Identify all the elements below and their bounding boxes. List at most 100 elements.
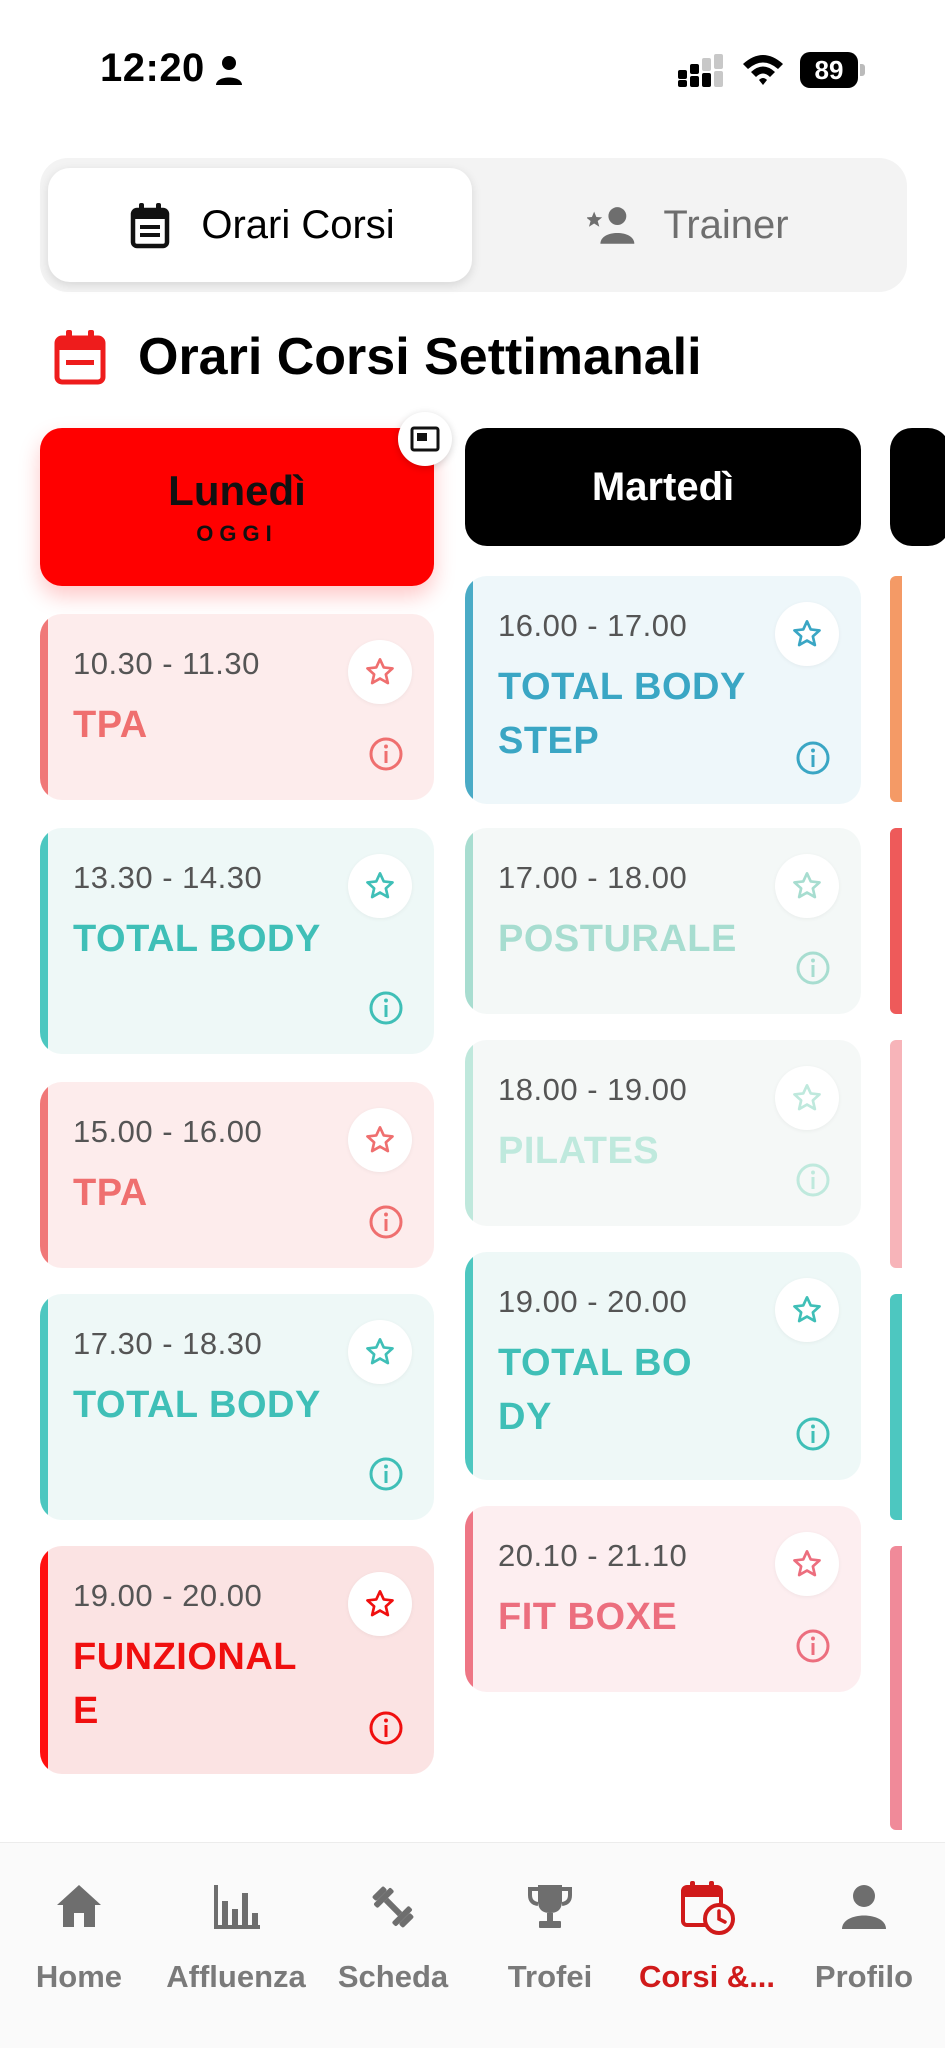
course-name: TOTAL BODY xyxy=(73,1384,321,1426)
person-status-icon xyxy=(216,56,242,85)
section-header: Orari Corsi Settimanali xyxy=(52,322,702,392)
favorite-button[interactable] xyxy=(348,1572,412,1636)
info-icon[interactable] xyxy=(368,1204,404,1240)
cellular-signal-icon xyxy=(678,54,723,87)
star-icon xyxy=(793,1550,821,1577)
info-icon[interactable] xyxy=(368,1710,404,1746)
course-card[interactable]: 17.30 - 18.30 TOTAL BODY xyxy=(40,1294,434,1520)
wifi-icon xyxy=(743,55,783,85)
nav-corsi[interactable]: Corsi &... xyxy=(628,1879,786,2009)
star-icon xyxy=(793,620,821,647)
course-card[interactable]: 13.30 - 14.30 TOTAL BODY xyxy=(40,828,434,1054)
favorite-button[interactable] xyxy=(348,640,412,704)
nav-home[interactable]: Home xyxy=(0,1879,158,2009)
info-icon[interactable] xyxy=(368,736,404,772)
info-icon[interactable] xyxy=(795,1416,831,1452)
star-icon xyxy=(793,1296,821,1323)
course-time: 19.00 - 20.00 xyxy=(498,1284,688,1319)
favorite-button[interactable] xyxy=(348,1320,412,1384)
info-icon[interactable] xyxy=(795,1162,831,1198)
info-icon[interactable] xyxy=(368,990,404,1026)
nav-trofei[interactable]: Trofei xyxy=(471,1879,629,2009)
course-name: PILATES xyxy=(498,1130,660,1172)
star-icon xyxy=(366,872,394,899)
course-time: 17.30 - 18.30 xyxy=(73,1326,263,1361)
course-time: 10.30 - 11.30 xyxy=(73,646,260,681)
course-name: TOTAL BODY xyxy=(498,1342,692,1438)
trophy-icon xyxy=(528,1885,572,1928)
collapse-view-button[interactable] xyxy=(398,412,452,466)
calendar-clock-icon xyxy=(681,1881,735,1935)
info-icon[interactable] xyxy=(795,1628,831,1664)
tab-orari-corsi[interactable]: Orari Corsi xyxy=(48,168,472,282)
nav-label: Profilo xyxy=(814,1959,914,1994)
nav-affluenza[interactable]: Affluenza xyxy=(157,1879,315,2009)
next-day-card-edge[interactable] xyxy=(890,1294,902,1520)
course-name: FIT BOXE xyxy=(498,1596,678,1638)
next-day-card-edge[interactable] xyxy=(890,1546,902,1830)
today-badge: OGGI xyxy=(196,521,278,546)
day-header-martedi[interactable]: Martedì xyxy=(465,428,861,546)
info-icon[interactable] xyxy=(795,950,831,986)
course-time: 17.00 - 18.00 xyxy=(498,860,688,895)
trainer-icon xyxy=(587,207,635,244)
course-card[interactable]: 15.00 - 16.00 TPA xyxy=(40,1082,434,1268)
star-icon xyxy=(366,1338,394,1365)
next-day-card-edge[interactable] xyxy=(890,828,902,1014)
nav-profilo[interactable]: Profilo xyxy=(785,1879,943,2009)
course-time: 13.30 - 14.30 xyxy=(73,860,263,895)
course-name: TPA xyxy=(73,1172,148,1214)
view-switcher: Orari Corsi Trainer xyxy=(40,158,907,292)
nav-label: Trofei xyxy=(507,1959,593,1994)
day-header-next[interactable] xyxy=(890,428,945,546)
star-icon xyxy=(366,658,394,685)
calendar-icon xyxy=(54,330,106,385)
favorite-button[interactable] xyxy=(775,1278,839,1342)
person-icon xyxy=(842,1885,886,1929)
course-name: FUNZIONALE xyxy=(73,1636,298,1732)
info-icon[interactable] xyxy=(368,1456,404,1492)
course-card[interactable]: 16.00 - 17.00 TOTAL BODY STEP xyxy=(465,576,861,804)
nav-label: Scheda xyxy=(337,1959,449,1994)
course-card[interactable]: 10.30 - 11.30 TPA xyxy=(40,614,434,800)
favorite-button[interactable] xyxy=(775,1066,839,1130)
course-time: 16.00 - 17.00 xyxy=(498,608,688,643)
course-card[interactable]: 17.00 - 18.00 POSTURALE xyxy=(465,828,861,1014)
course-name: POSTURALE xyxy=(498,918,737,960)
star-icon xyxy=(366,1590,394,1617)
status-time: 12:20 xyxy=(100,46,205,90)
course-card[interactable]: 20.10 - 21.10 FIT BOXE xyxy=(465,1506,861,1692)
nav-label: Affluenza xyxy=(166,1959,306,1994)
tab-trainer[interactable]: Trainer xyxy=(476,168,900,282)
course-time: 19.00 - 20.00 xyxy=(73,1578,263,1613)
favorite-button[interactable] xyxy=(775,1532,839,1596)
battery-icon: 89 xyxy=(800,52,866,88)
dumbbell-icon xyxy=(372,1886,414,1928)
page-title: Orari Corsi Settimanali xyxy=(138,328,702,386)
course-card[interactable]: 19.00 - 20.00 FUNZIONALE xyxy=(40,1546,434,1774)
home-icon xyxy=(57,1885,101,1927)
nav-scheda[interactable]: Scheda xyxy=(314,1879,472,2009)
next-day-card-edge[interactable] xyxy=(890,1040,902,1268)
favorite-button[interactable] xyxy=(348,1108,412,1172)
course-card[interactable]: 19.00 - 20.00 TOTAL BODY xyxy=(465,1252,861,1480)
course-name: TOTAL BODY xyxy=(73,918,321,960)
nav-label: Home xyxy=(35,1959,123,1994)
favorite-button[interactable] xyxy=(775,854,839,918)
day-header-lunedi[interactable]: Lunedì OGGI xyxy=(40,428,434,586)
star-icon xyxy=(793,1084,821,1111)
schedule-icon xyxy=(131,203,170,249)
course-time: 18.00 - 19.00 xyxy=(498,1072,688,1107)
course-name: TPA xyxy=(73,704,148,746)
tab-label: Orari Corsi xyxy=(201,202,395,247)
favorite-button[interactable] xyxy=(775,602,839,666)
info-icon[interactable] xyxy=(795,740,831,776)
next-day-card-edge[interactable] xyxy=(890,576,902,802)
favorite-button[interactable] xyxy=(348,854,412,918)
nav-label: Corsi &... xyxy=(638,1959,776,1994)
bar-chart-icon xyxy=(214,1885,260,1929)
course-card[interactable]: 18.00 - 19.00 PILATES xyxy=(465,1040,861,1226)
day-name: Lunedì xyxy=(168,467,306,514)
course-time: 20.10 - 21.10 xyxy=(498,1538,688,1573)
course-time: 15.00 - 16.00 xyxy=(73,1114,263,1149)
